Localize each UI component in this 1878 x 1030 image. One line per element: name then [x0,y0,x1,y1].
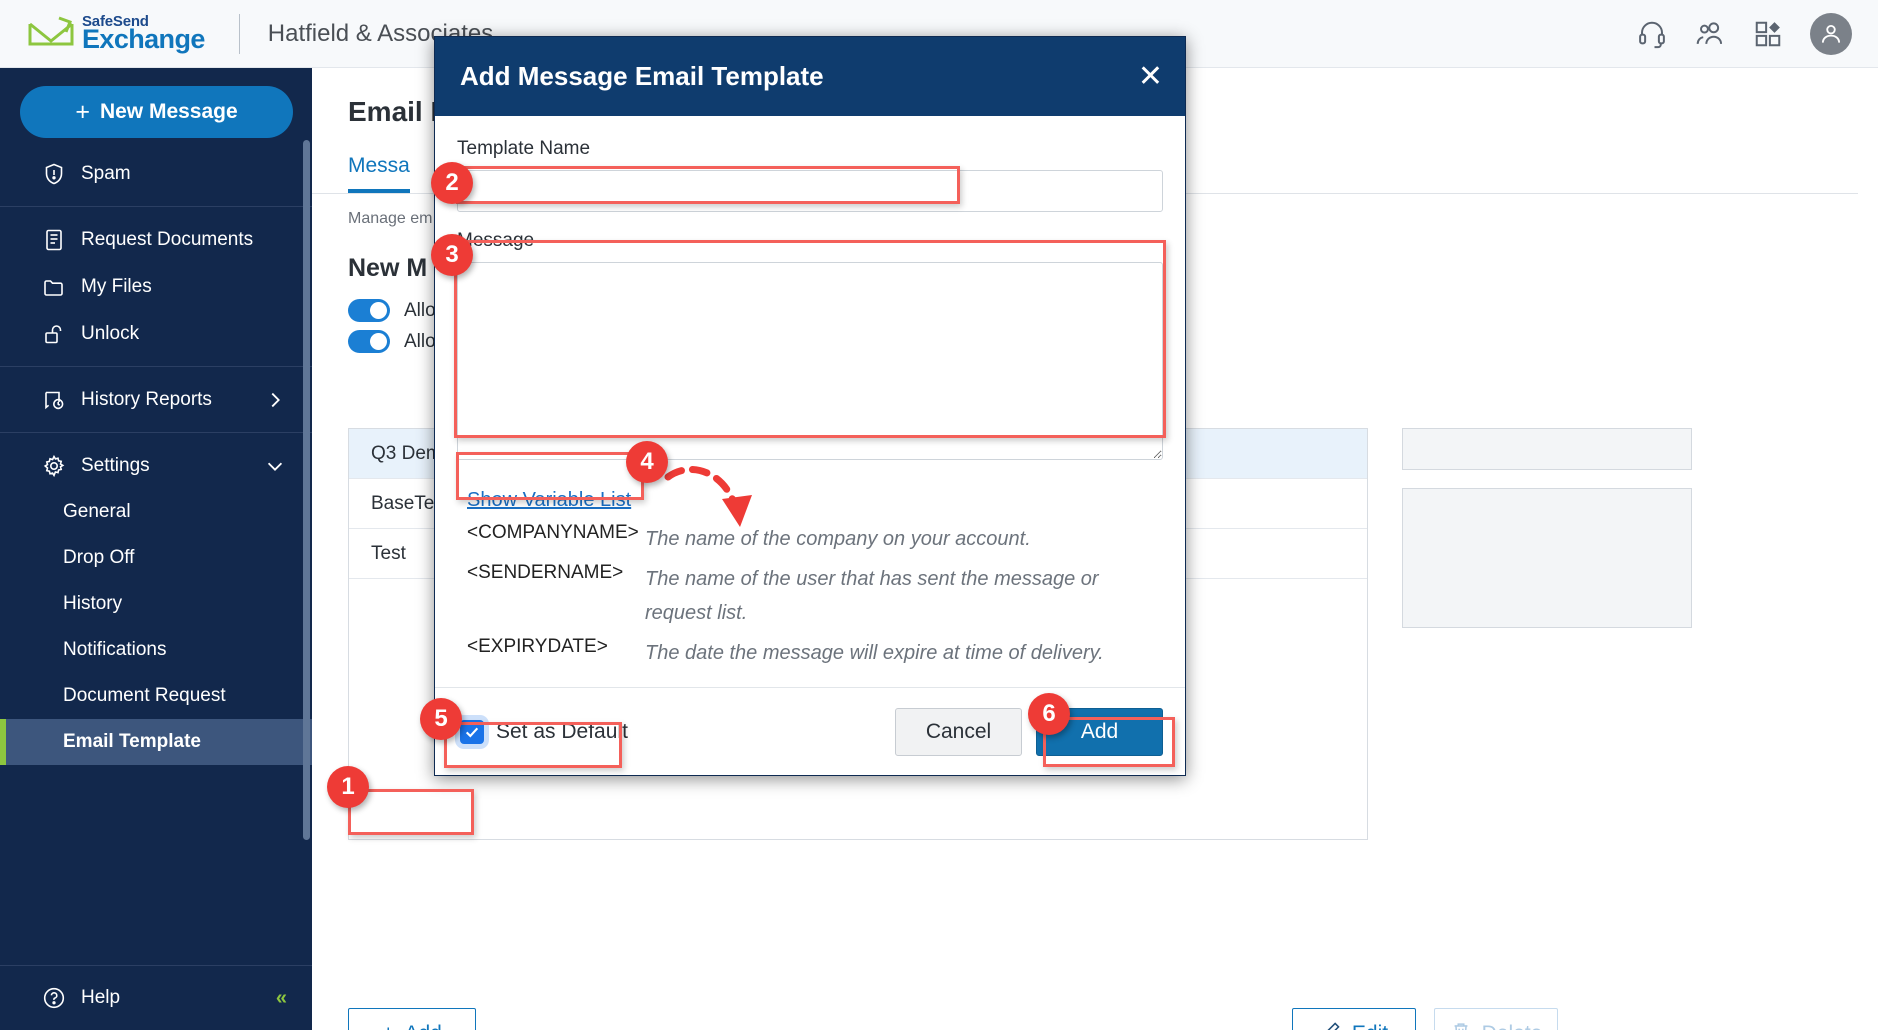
set-as-default-label: Set as Default [496,719,628,743]
variable-row: <EXPIRYDATE> The date the message will e… [467,636,1163,670]
message-label: Message [457,230,535,251]
modal-body: Template Name Message Show Variable List… [435,116,1185,716]
close-icon[interactable]: ✕ [1138,61,1163,92]
show-variable-list-link[interactable]: Show Variable List [467,489,631,512]
annotation-badge-5: 5 [420,698,462,740]
add-message-email-template-dialog: Add Message Email Template ✕ Template Na… [434,36,1186,776]
variable-key: <EXPIRYDATE> [467,636,608,657]
annotation-badge-6: 6 [1028,693,1070,735]
modal-footer: Set as Default Cancel Add [435,687,1185,775]
annotation-badge-2: 2 [431,162,473,204]
set-as-default-checkbox[interactable]: Set as Default [460,719,628,744]
annotation-badge-4: 4 [626,441,668,483]
checkmark-icon [460,719,484,744]
template-name-label: Template Name [457,138,591,159]
modal-title: Add Message Email Template [460,61,824,91]
variable-description: The name of the user that has sent the m… [645,568,1099,624]
app-root: SafeSend Exchange Hatfield & Associates [0,0,1878,1030]
variable-description: The date the message will expire at time… [645,642,1104,664]
annotation-badge-1: 1 [327,766,369,808]
template-name-input[interactable] [457,170,1163,212]
modal-overlay: Add Message Email Template ✕ Template Na… [0,0,1878,1030]
variable-row: <SENDERNAME> The name of the user that h… [467,562,1163,630]
annotation-badge-3: 3 [431,234,473,276]
variable-description: The name of the company on your account. [645,528,1031,550]
modal-header: Add Message Email Template ✕ [435,37,1185,116]
variable-key: <COMPANYNAME> [467,522,639,543]
variable-row: <COMPANYNAME> The name of the company on… [467,522,1163,556]
cancel-button[interactable]: Cancel [895,707,1022,756]
variable-key: <SENDERNAME> [467,562,624,583]
variable-list: <COMPANYNAME> The name of the company on… [467,522,1163,670]
message-textarea[interactable] [457,262,1163,460]
